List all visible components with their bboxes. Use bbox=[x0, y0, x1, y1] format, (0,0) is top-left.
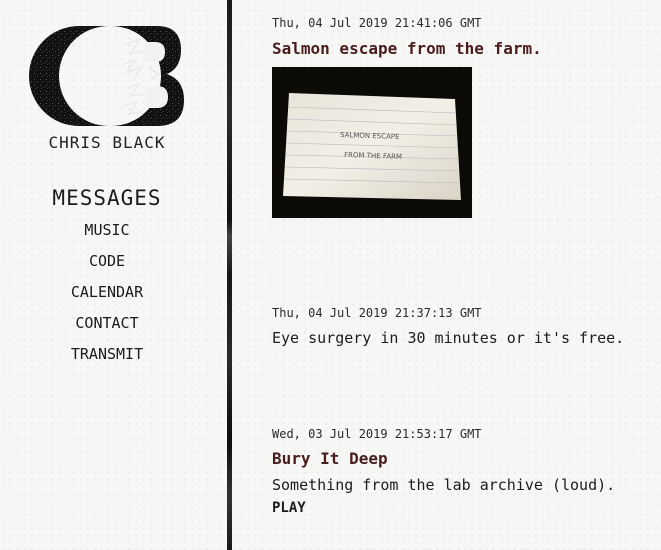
post-date: Thu, 04 Jul 2019 21:37:13 GMT bbox=[272, 306, 482, 320]
play-button[interactable]: PLAY bbox=[272, 499, 661, 517]
sidebar: CHRIS BLACK MESSAGES MUSIC CODE CALENDAR… bbox=[0, 0, 228, 550]
logo-graphic bbox=[29, 26, 184, 126]
main-nav: MESSAGES MUSIC CODE CALENDAR CONTACT TRA… bbox=[0, 185, 214, 370]
post: Thu, 04 Jul 2019 21:37:13 GMT Eye surger… bbox=[272, 306, 661, 348]
post: Thu, 04 Jul 2019 21:41:06 GMT Salmon esc… bbox=[272, 16, 661, 218]
photo-graphic: SALMON ESCAPE FROM THE FARM bbox=[272, 67, 472, 218]
site-name: CHRIS BLACK bbox=[48, 133, 166, 152]
post-body: Something from the lab archive (loud). bbox=[272, 476, 616, 494]
cb-monogram-logo[interactable] bbox=[27, 24, 185, 128]
nav-item-music[interactable]: MUSIC bbox=[0, 215, 214, 246]
vertical-divider bbox=[227, 0, 232, 550]
post-title[interactable]: Salmon escape from the farm. bbox=[272, 39, 661, 59]
post-body: Eye surgery in 30 minutes or it's free. bbox=[272, 329, 625, 347]
nav-item-code[interactable]: CODE bbox=[0, 246, 214, 277]
nav-item-messages[interactable]: MESSAGES bbox=[0, 185, 214, 215]
nav-item-transmit[interactable]: TRANSMIT bbox=[0, 339, 214, 370]
message-feed: Thu, 04 Jul 2019 21:41:06 GMT Salmon esc… bbox=[272, 0, 661, 550]
nav-item-contact[interactable]: CONTACT bbox=[0, 308, 214, 339]
post: Wed, 03 Jul 2019 21:53:17 GMT Bury It De… bbox=[272, 427, 661, 517]
nav-item-calendar[interactable]: CALENDAR bbox=[0, 277, 214, 308]
post-title[interactable]: Bury It Deep bbox=[272, 449, 661, 469]
index-card-photo[interactable]: SALMON ESCAPE FROM THE FARM bbox=[272, 67, 472, 218]
post-date: Wed, 03 Jul 2019 21:53:17 GMT bbox=[272, 427, 482, 441]
post-date: Thu, 04 Jul 2019 21:41:06 GMT bbox=[272, 16, 482, 30]
